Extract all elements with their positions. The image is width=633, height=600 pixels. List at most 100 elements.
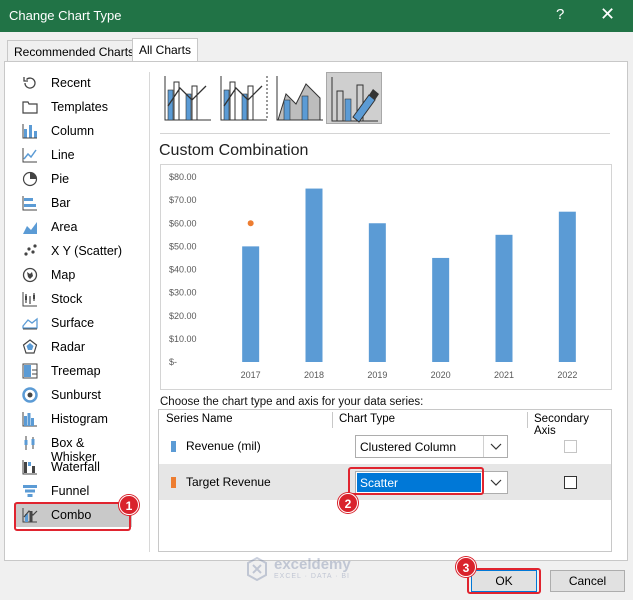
x-tick-label: 2022 [557,370,577,380]
column-header-chart-type: Chart Type [339,413,396,425]
combo-subtype-stacked-area[interactable] [272,72,328,124]
sidebar-item-label: X Y (Scatter) [51,244,123,258]
sidebar-item-column[interactable]: Column [14,119,132,143]
chevron-down-icon[interactable] [483,436,507,457]
exceldemy-watermark: exceldemy EXCEL · DATA · BI [244,556,384,584]
series-color-marker [171,477,176,488]
tab-all-charts[interactable]: All Charts [132,38,199,63]
sidebar-item-label: Radar [51,340,86,354]
sidebar-item-label: Histogram [51,412,108,426]
map-icon [22,267,38,283]
funnel-icon [23,485,37,497]
sidebar-item-label: Templates [51,100,108,114]
y-tick-label: $40.00 [169,265,197,275]
tab-recommended-charts[interactable]: Recommended Charts [7,40,142,62]
scatter-highlight-box [348,467,484,495]
dropdown-value: Clustered Column [360,440,457,454]
series-row-revenue: Revenue (mil) Clustered Column [159,428,611,464]
ok-button[interactable]: OK [471,570,537,592]
x-tick-label: 2018 [304,370,324,380]
step-badge-3: 3 [456,557,476,577]
sidebar-item-area[interactable]: Area [14,215,132,239]
x-tick-label: 2021 [494,370,514,380]
scatter-icon [24,244,37,256]
scatter-point [247,220,254,227]
column-icon [22,124,37,139]
chevron-down-icon[interactable] [483,472,507,493]
sidebar-item-sunburst[interactable]: Sunburst [14,383,132,407]
sidebar-item-bar[interactable]: Bar [14,191,132,215]
x-tick-label: 2020 [431,370,451,380]
sidebar-item-stock[interactable]: Stock [14,287,132,311]
sidebar-item-label: Column [51,124,95,138]
combo-chart: $- $10.00 $20.00 $30.00 $40.00 $50.00 $60.00 $7… [169,172,577,380]
sidebar-item-line[interactable]: Line [14,143,132,167]
sidebar-item-pie[interactable]: Pie [14,167,132,191]
sidebar-item-label: Recent [51,76,91,90]
sidebar-item-label: Pie [51,172,70,186]
y-tick-label: $80.00 [169,172,197,182]
series-instructions: Choose the chart type and axis for your … [160,396,424,408]
help-button[interactable]: ? [556,6,564,23]
chart-bar [432,257,450,362]
sidebar-item-waterfall[interactable]: Waterfall [14,455,132,479]
combo-subtype-clustered-line-secondary[interactable] [216,72,272,124]
x-tick-label: 2017 [241,370,261,380]
templates-icon [22,101,38,114]
sidebar-item-label: Funnel [51,484,90,498]
treemap-icon [22,363,38,379]
sidebar-item-recent[interactable]: Recent [14,71,132,95]
column-separator [527,412,528,428]
step-badge-1: 1 [119,495,139,515]
secondary-axis-checkbox-target[interactable] [564,476,577,489]
tab-strip: Recommended Charts All Charts [0,38,633,63]
y-tick-label: $10.00 [169,334,197,344]
window-title: Change Chart Type [9,8,122,23]
recent-icon [23,77,36,89]
y-tick-label: $60.00 [169,218,197,228]
close-button[interactable]: ✕ [600,4,615,25]
sidebar-item-label: Waterfall [51,460,100,474]
sidebar-item-map[interactable]: Map [14,263,132,287]
sidebar-item-label: Sunburst [51,388,102,402]
chart-preview: $- $10.00 $20.00 $30.00 $40.00 $50.00 $60.00 $7… [160,164,612,390]
y-tick-label: $70.00 [169,195,197,205]
sidebar-item-label: Surface [51,316,95,330]
surface-icon [22,317,38,330]
gallery-divider [160,133,610,134]
clustered-column-line-secondary-icon [220,76,268,121]
waterfall-icon [22,460,37,475]
custom-combination-icon [331,77,379,123]
series-name: Target Revenue [186,475,271,489]
sidebar-item-templates[interactable]: Templates [14,95,132,119]
stock-icon [22,292,37,307]
y-tick-label: $50.00 [169,241,197,251]
series-name: Revenue (mil) [186,439,261,453]
sidebar-item-radar[interactable]: Radar [14,335,132,359]
sidebar-item-scatter[interactable]: X Y (Scatter) [14,239,132,263]
step-badge-2: 2 [338,493,358,513]
histogram-icon [22,412,37,427]
series-color-marker [171,441,176,452]
radar-icon [22,339,38,354]
chart-bar [305,188,323,362]
line-icon [22,148,37,163]
sidebar-item-box-whisker[interactable]: Box & Whisker [14,431,132,464]
chart-bar [242,246,260,362]
combo-highlight-box [14,502,131,531]
sidebar-item-surface[interactable]: Surface [14,311,132,335]
combo-subtype-custom[interactable] [326,72,382,124]
title-bar: Change Chart Type ? ✕ [0,0,633,32]
combo-subtype-clustered-line[interactable] [160,72,216,124]
chart-type-dropdown-revenue[interactable]: Clustered Column [355,435,508,458]
y-tick-label: $20.00 [169,311,197,321]
sidebar-item-funnel[interactable]: Funnel [14,479,132,503]
sidebar-item-treemap[interactable]: Treemap [14,359,132,383]
pie-icon [22,171,38,187]
cancel-button[interactable]: Cancel [550,570,625,592]
secondary-axis-checkbox-revenue[interactable] [564,440,577,453]
stacked-area-column-icon [276,76,323,121]
sidebar-item-histogram[interactable]: Histogram [14,407,132,431]
sidebar-item-label: Line [51,148,75,162]
sunburst-icon [22,387,38,403]
